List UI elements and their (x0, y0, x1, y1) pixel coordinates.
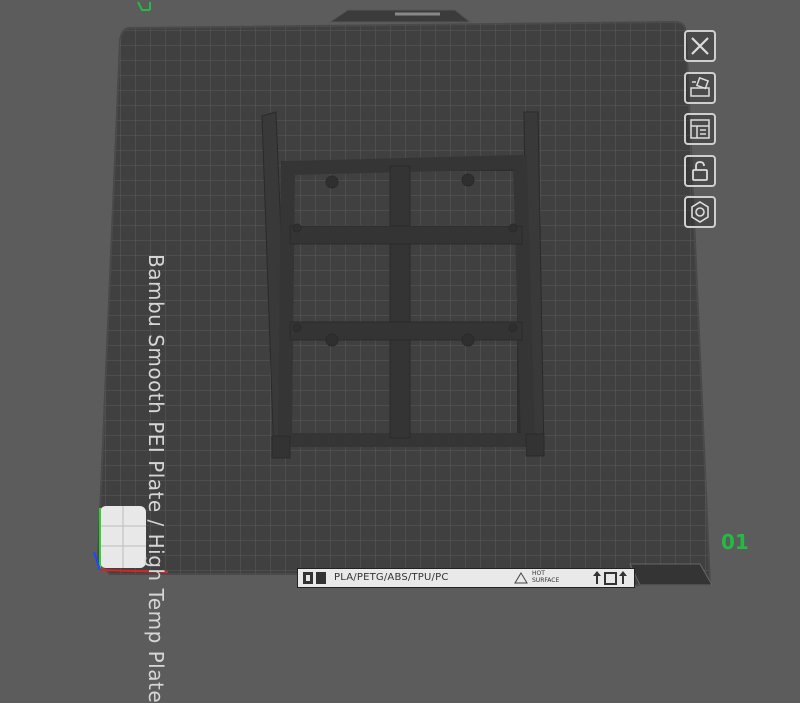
orient-button[interactable] (684, 113, 716, 145)
materials-text: PLA/PETG/ABS/TPU/PC (334, 572, 449, 583)
settings-icon (691, 201, 709, 223)
orientation-icons (593, 571, 627, 585)
plate-logo-icon (303, 572, 326, 584)
viewport-3d[interactable] (0, 0, 800, 599)
plate-type-text: Bambu Smooth PEI Plate / High Temp Plate (144, 254, 168, 703)
plate-corner-tab (629, 563, 713, 586)
arrange-button[interactable] (684, 72, 716, 104)
lock-plate-button[interactable] (684, 155, 716, 187)
arrange-icon (690, 76, 710, 97)
plate-number[interactable]: 01 (721, 530, 749, 554)
plate-handle (328, 9, 472, 23)
close-icon (691, 37, 709, 55)
lock-icon (692, 161, 708, 181)
warning-icon (514, 572, 528, 584)
plate-info-strip: PLA/PETG/ABS/TPU/PC HOT SURFACE (297, 568, 635, 588)
close-plate-button[interactable] (684, 30, 716, 62)
hot-line: HOT (532, 570, 545, 577)
surface-line: SURFACE (532, 577, 560, 584)
orient-icon (690, 119, 710, 139)
plate-settings-button[interactable] (684, 196, 716, 228)
plate-type-label: Bambu Smooth PEI Plate / High Temp Plate (140, 254, 540, 703)
hot-surface-warning: HOT SURFACE (532, 570, 559, 584)
axis-mark-icon (137, 1, 151, 11)
